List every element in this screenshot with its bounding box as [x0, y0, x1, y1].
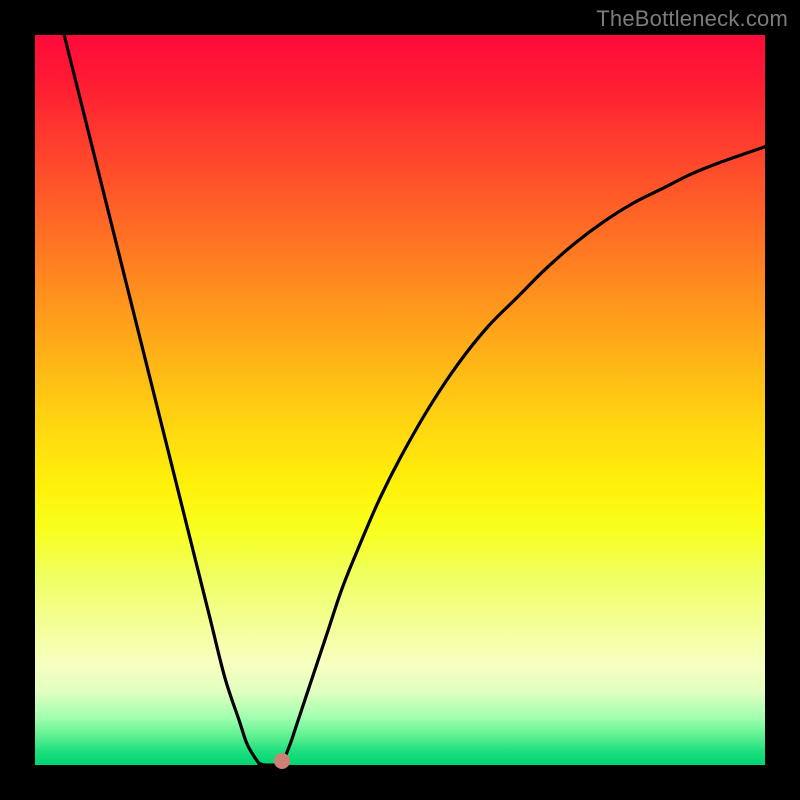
watermark-text: TheBottleneck.com — [596, 6, 788, 32]
curve-path — [64, 35, 765, 765]
chart-frame: TheBottleneck.com — [0, 0, 800, 800]
marker-current-config — [274, 753, 290, 769]
bottleneck-curve — [35, 35, 765, 765]
plot-area — [35, 35, 765, 765]
